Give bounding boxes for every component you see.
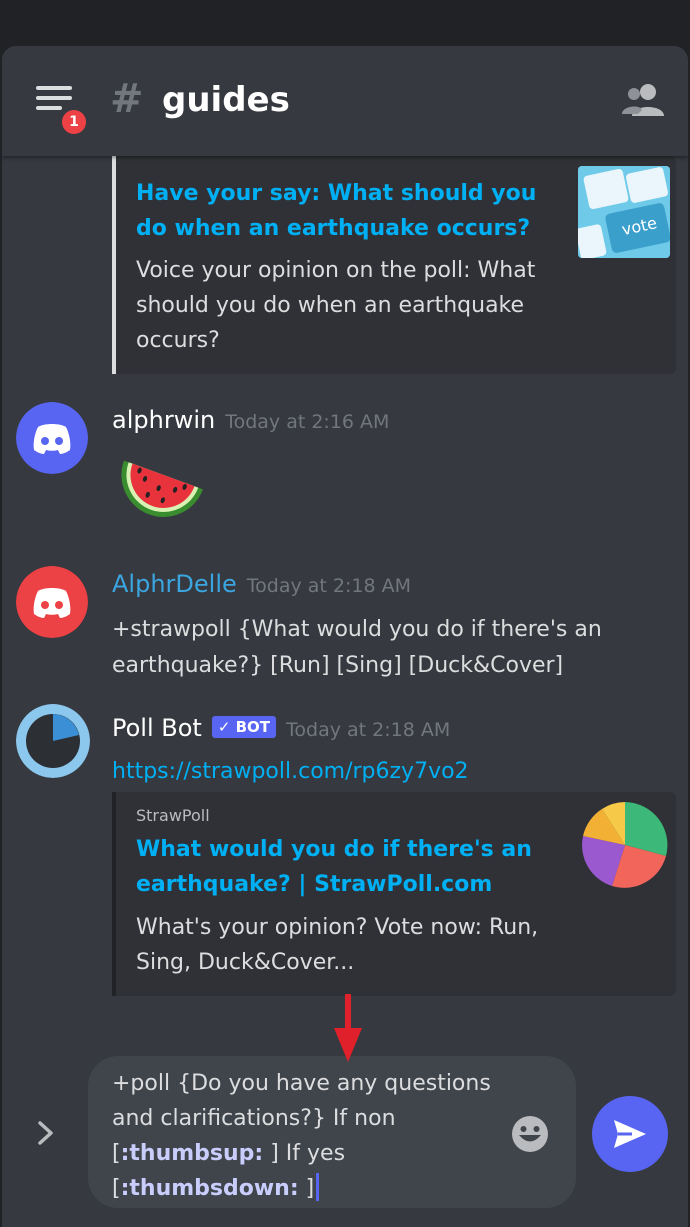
pollbot-avatar[interactable] [16, 704, 90, 778]
embed-title-link[interactable]: What would you do if there's an earthqua… [136, 832, 556, 902]
embed-provider[interactable]: StrawPoll [136, 806, 210, 825]
timestamp: Today at 2:16 AM [225, 411, 390, 433]
message-link[interactable]: https://strawpoll.com/rp6zy7vo2 [112, 754, 672, 790]
message-pollbot: Poll Bot ✓ BOT Today at 2:18 AM https://st… [2, 704, 688, 804]
emoji-icon[interactable] [510, 1114, 550, 1154]
bracket: [ [112, 1141, 121, 1166]
message-header: Poll Bot ✓ BOT Today at 2:18 AM [112, 714, 450, 742]
message-input[interactable]: +poll {Do you have any questions and cla… [88, 1056, 576, 1208]
text-caret [316, 1173, 320, 1201]
send-button[interactable] [592, 1096, 668, 1172]
expand-chevron-icon[interactable] [34, 1118, 58, 1148]
message-header: AlphrDelle Today at 2:18 AM [112, 570, 411, 598]
strawpoll-embed: StrawPoll What would you do if there's a… [112, 792, 676, 996]
discord-app: 1 # guides Have your say: What should yo… [2, 46, 688, 1227]
username[interactable]: AlphrDelle [112, 570, 237, 598]
bracket: [ [112, 1176, 121, 1201]
message-input-text[interactable]: +poll {Do you have any questions and cla… [112, 1066, 502, 1206]
thumbsup-code: :thumbsup: [120, 1141, 264, 1166]
discord-logo-icon[interactable] [16, 566, 88, 638]
message-alphrdelle: AlphrDelle Today at 2:18 AM +strawpoll {W… [2, 566, 688, 686]
channel-name: guides [162, 80, 290, 120]
link-embed: Have your say: What should you do when a… [112, 156, 676, 374]
embed-description: What's your opinion? Vote now: Run, Sing… [136, 915, 539, 975]
red-arrow-icon [334, 994, 362, 1062]
timestamp: Today at 2:18 AM [286, 719, 451, 741]
embed-description: Voice your opinion on the poll: What sho… [136, 258, 536, 353]
members-icon[interactable] [622, 82, 666, 118]
bot-tag: ✓ BOT [211, 716, 277, 738]
send-icon [614, 1120, 646, 1148]
pie-chart-thumbnail[interactable] [582, 802, 668, 888]
vote-thumbnail[interactable]: vote [578, 166, 670, 258]
phone-frame: 1 # guides Have your say: What should yo… [0, 0, 690, 1227]
input-line: +poll {Do you have any questions and cla… [112, 1071, 491, 1131]
bot-tag-label: BOT [235, 718, 271, 736]
username[interactable]: Poll Bot [112, 714, 202, 742]
message-alphrwin: alphrwin Today at 2:16 AM [2, 402, 688, 542]
message-list[interactable]: Have your say: What should you do when a… [2, 156, 688, 1056]
thumbsdown-code: :thumbsdown: [120, 1176, 299, 1201]
embed-title-link[interactable]: Have your say: What should you do when a… [136, 176, 556, 246]
discord-logo-icon[interactable] [16, 402, 88, 474]
watermelon-icon [121, 460, 203, 517]
timestamp: Today at 2:18 AM [246, 575, 411, 597]
input-segment: ] [298, 1176, 315, 1201]
input-segment: ] If yes [263, 1141, 346, 1166]
message-header: alphrwin Today at 2:16 AM [112, 406, 389, 434]
message-text: +strawpoll {What would you do if there's… [112, 617, 602, 678]
channel-header: 1 # guides [2, 46, 688, 156]
username[interactable]: alphrwin [112, 406, 215, 434]
channel-hash-icon: # [110, 76, 144, 122]
notification-badge: 1 [58, 106, 90, 138]
